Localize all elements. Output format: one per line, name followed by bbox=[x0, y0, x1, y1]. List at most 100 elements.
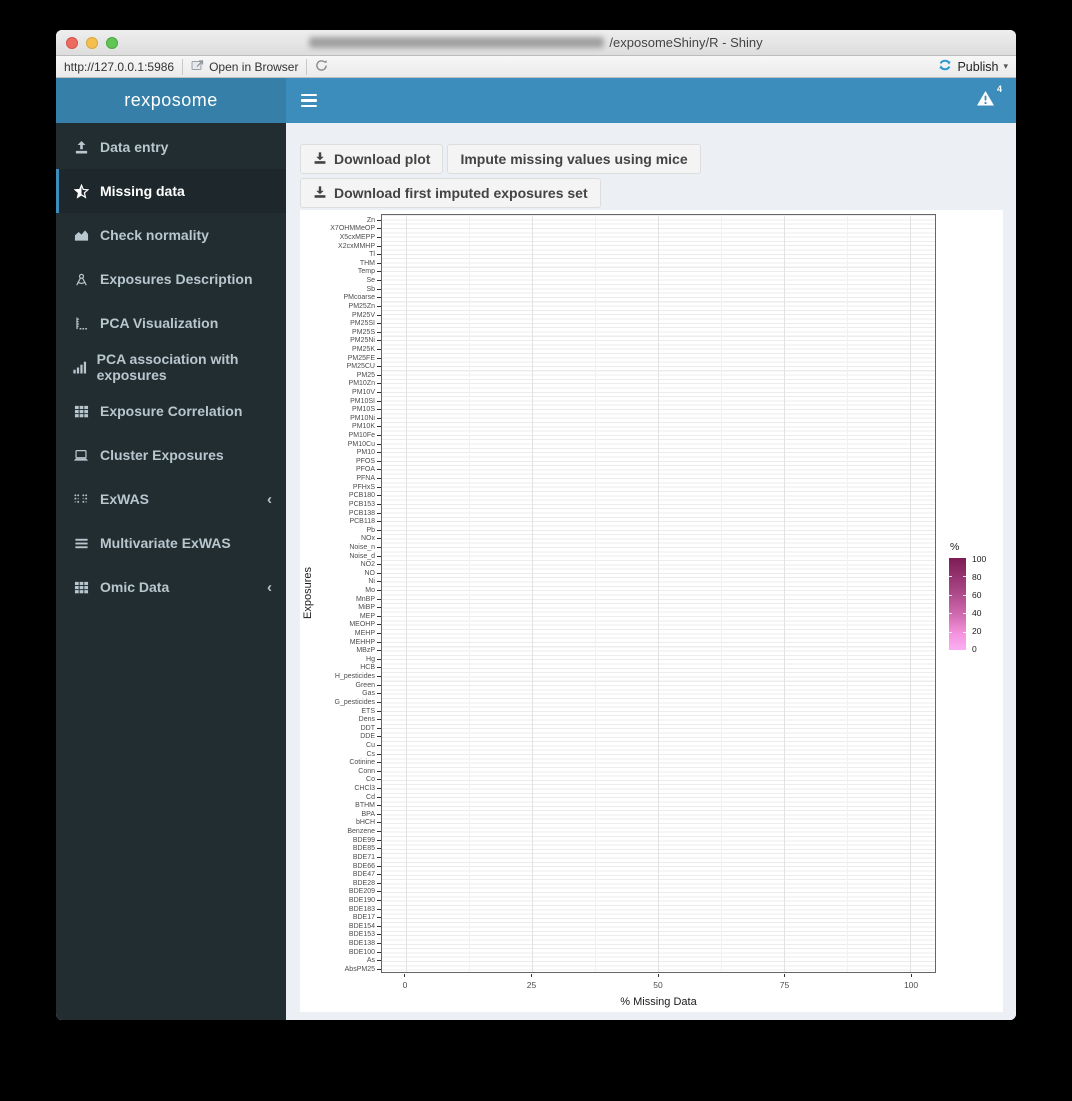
publish-button[interactable]: Publish ▾ bbox=[938, 58, 1008, 75]
star-half-icon bbox=[71, 183, 91, 199]
bar-chart-icon bbox=[71, 360, 88, 375]
download-imputed-label: Download first imputed exposures set bbox=[334, 185, 588, 201]
y-axis-label: BDE100 bbox=[300, 948, 381, 957]
app-navbar: 4 bbox=[286, 78, 1016, 123]
legend-tick-label: 0 bbox=[972, 644, 977, 654]
minor-gridline bbox=[594, 215, 596, 972]
y-axis-label: X5cxMEPP bbox=[300, 233, 381, 242]
y-axis-label: PCB138 bbox=[300, 509, 381, 518]
y-axis-label: PM10 bbox=[300, 448, 381, 457]
alert-count-badge: 4 bbox=[996, 83, 1002, 94]
braille-icon bbox=[71, 492, 91, 507]
y-axis-label: PM10SI bbox=[300, 397, 381, 406]
y-axis-label: Benzene bbox=[300, 827, 381, 836]
app-header: rexposome 4 bbox=[56, 78, 1016, 123]
x-tick-label: 25 bbox=[526, 980, 537, 990]
alerts-menu-button[interactable]: 4 bbox=[972, 84, 1002, 114]
y-axis-label: PCB118 bbox=[300, 517, 381, 526]
download-imputed-exposures-button[interactable]: Download first imputed exposures set bbox=[300, 178, 601, 208]
y-axis-label: MiBP bbox=[300, 603, 381, 612]
legend-tick-labels: 100 80 60 40 20 0 bbox=[972, 554, 986, 654]
y-axis-label: MEHP bbox=[300, 629, 381, 638]
sidebar-item-label: Exposure Correlation bbox=[100, 403, 243, 419]
sidebar-item-label: Omic Data bbox=[100, 579, 170, 595]
major-gridline bbox=[531, 215, 533, 972]
legend-tick-label: 60 bbox=[972, 590, 982, 600]
y-axis-label: NOx bbox=[300, 535, 381, 544]
download-plot-button[interactable]: Download plot bbox=[300, 144, 444, 174]
y-axis-label: BDE17 bbox=[300, 913, 381, 922]
y-axis-label: PM25 bbox=[300, 371, 381, 380]
y-axis-label: BDE190 bbox=[300, 896, 381, 905]
legend-gradient-bar bbox=[949, 558, 966, 650]
y-axis-label: Dens bbox=[300, 715, 381, 724]
open-in-browser-label: Open in Browser bbox=[209, 59, 299, 74]
y-axis-label: DDE bbox=[300, 733, 381, 742]
y-axis-label: PM10Ni bbox=[300, 414, 381, 423]
sidebar-menu: Data entry Missing data Check normality Exp… bbox=[56, 123, 286, 1020]
y-axis-label: Noise_d bbox=[300, 552, 381, 561]
y-axis-label: MEP bbox=[300, 612, 381, 621]
toolbar-divider bbox=[182, 58, 184, 75]
y-axis-label: NO2 bbox=[300, 560, 381, 569]
y-axis-label: BDE209 bbox=[300, 888, 381, 897]
missing-data-plot: Exposures Zn X7OHMMeOP X5cxMEPP X2cxMMHP Tl T… bbox=[300, 210, 1003, 1012]
y-axis-label: DDT bbox=[300, 724, 381, 733]
y-axis-label: MnBP bbox=[300, 595, 381, 604]
sidebar-item-check-normality[interactable]: Check normality bbox=[56, 213, 286, 257]
x-tick-mark bbox=[910, 974, 912, 977]
refresh-button[interactable] bbox=[315, 59, 328, 75]
sidebar-item-pca-association-with-exposures[interactable]: PCA association with exposures bbox=[56, 345, 286, 389]
drafting-compass-icon bbox=[71, 272, 91, 287]
open-in-browser-icon bbox=[191, 59, 204, 74]
minor-gridline bbox=[468, 215, 470, 972]
sidebar-item-data-entry[interactable]: Data entry bbox=[56, 125, 286, 169]
x-tick-mark bbox=[404, 974, 406, 977]
sidebar-item-exwas[interactable]: ExWAS ‹ bbox=[56, 477, 286, 521]
download-icon bbox=[313, 151, 327, 168]
sidebar-item-exposures-description[interactable]: Exposures Description bbox=[56, 257, 286, 301]
toolbar-divider bbox=[306, 58, 308, 75]
area-chart-icon bbox=[71, 228, 91, 243]
legend-bar-tick bbox=[949, 631, 952, 633]
legend-bar-tick bbox=[949, 613, 952, 615]
blurred-path-text bbox=[309, 37, 605, 48]
y-axis-label: BDE183 bbox=[300, 905, 381, 914]
sidebar-item-exposure-correlation[interactable]: Exposure Correlation bbox=[56, 389, 286, 433]
y-axis-label: THM bbox=[300, 259, 381, 268]
impute-missing-values-button[interactable]: Impute missing values using mice bbox=[447, 144, 701, 174]
major-gridline bbox=[405, 215, 407, 972]
legend-bar-tick bbox=[963, 576, 966, 578]
sidebar-item-omic-data[interactable]: Omic Data ‹ bbox=[56, 565, 286, 609]
legend-title: % bbox=[950, 541, 960, 553]
y-axis-label: Gas bbox=[300, 690, 381, 699]
sidebar-item-label: PCA association with exposures bbox=[96, 351, 239, 383]
sidebar-item-multivariate-exwas[interactable]: Multivariate ExWAS bbox=[56, 521, 286, 565]
y-axis-label: PMcoarse bbox=[300, 293, 381, 302]
y-axis-label: PFOS bbox=[300, 457, 381, 466]
grid-icon bbox=[71, 404, 91, 419]
sidebar-item-label: PCA Visualization bbox=[100, 315, 219, 331]
window-titlebar[interactable]: /exposomeShiny/R - Shiny bbox=[56, 30, 1016, 56]
sidebar-item-cluster-exposures[interactable]: Cluster Exposures bbox=[56, 433, 286, 477]
y-axis-label: BTHM bbox=[300, 801, 381, 810]
hamburger-icon[interactable] bbox=[286, 78, 331, 123]
warning-triangle-icon bbox=[976, 90, 995, 112]
window-title: /exposomeShiny/R - Shiny bbox=[56, 35, 1016, 50]
y-axis-label: X2cxMMHP bbox=[300, 242, 381, 251]
x-tick-mark bbox=[530, 974, 532, 977]
y-axis-label: Cs bbox=[300, 750, 381, 759]
y-axis-label: Hg bbox=[300, 655, 381, 664]
y-axis-label: BDE154 bbox=[300, 922, 381, 931]
y-axis-label: Green bbox=[300, 681, 381, 690]
chevron-left-icon: ‹ bbox=[267, 578, 272, 596]
y-axis-label: PFOA bbox=[300, 466, 381, 475]
sidebar-item-pca-visualization[interactable]: PCA Visualization bbox=[56, 301, 286, 345]
sidebar-item-missing-data[interactable]: Missing data bbox=[56, 169, 286, 213]
app-logo[interactable]: rexposome bbox=[56, 78, 286, 123]
y-axis-label: MEHHP bbox=[300, 638, 381, 647]
legend-tick-label: 20 bbox=[972, 626, 982, 636]
y-axis-label: PM25K bbox=[300, 345, 381, 354]
x-tick-label: 100 bbox=[903, 980, 919, 990]
open-in-browser-button[interactable]: Open in Browser bbox=[191, 59, 298, 74]
